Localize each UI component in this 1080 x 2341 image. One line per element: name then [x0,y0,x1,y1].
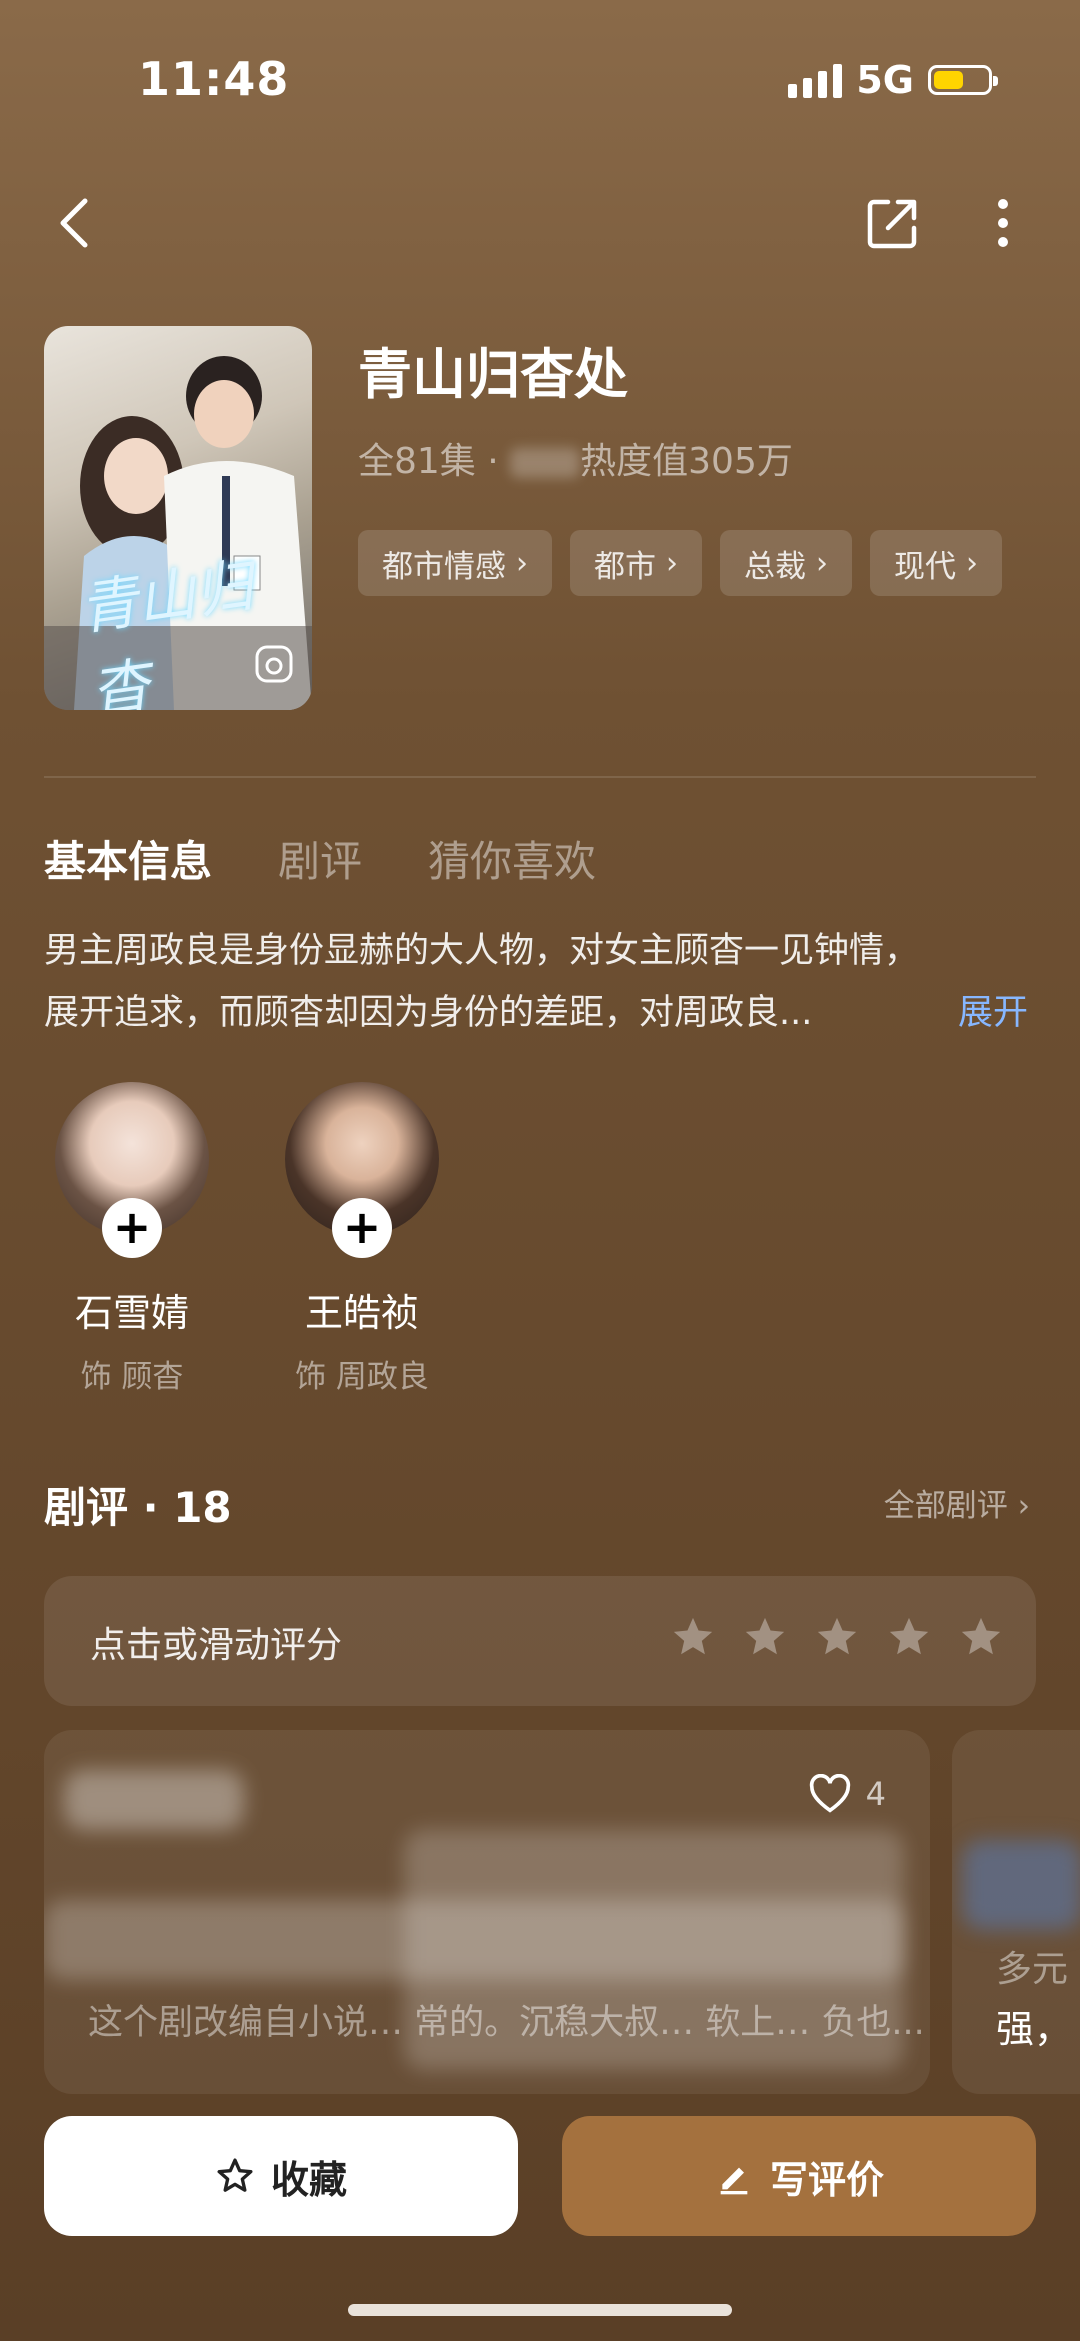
expand-link[interactable]: 展开 [958,984,1028,1035]
rating-stars[interactable] [670,1614,1004,1660]
star-icon[interactable] [958,1614,1004,1660]
follow-plus-icon[interactable]: + [102,1198,162,1258]
star-icon[interactable] [886,1614,932,1660]
divider [44,776,1036,778]
status-time: 11:48 [138,52,290,106]
chevron-right-icon: › [816,545,828,581]
reviews-header: 剧评 · 18 [44,1483,232,1532]
favorite-button[interactable]: 收藏 [44,2116,518,2236]
tag-chip[interactable]: 都市 › [570,530,702,596]
write-review-label: 写评价 [769,2157,884,2202]
review-card[interactable]: 4 这个剧改编自小说… 常的。沉稳大叔… 软上… 负也... [44,1730,930,2094]
more-vertical-icon [998,199,1008,247]
drama-poster[interactable]: 青山归杳 [44,326,312,710]
rating-prompt: 点击或滑动评分 [90,1625,343,1666]
status-indicators: 5G [788,58,998,102]
chevron-right-icon: › [516,545,528,581]
star-outline-icon [217,2158,253,2192]
home-indicator[interactable] [348,2304,732,2316]
chevron-right-icon: › [666,545,678,581]
all-reviews-link[interactable]: 全部剧评 › [884,1480,1030,1525]
tag-label: 总裁 [744,548,806,585]
chevron-left-icon [60,198,88,248]
tag-label: 都市 [594,548,656,585]
drama-meta: 全81集 · 热度值305万 [358,432,793,484]
cast-member[interactable]: + 王皓祯 饰 周政良 [272,1082,452,1396]
synopsis-text: 男主周政良是身份显赫的大人物，对女主顾杳一见钟情，展开追求，而顾杳却因为身份的差… [44,931,920,1033]
censored-blur [510,448,581,478]
cast-role: 饰 周政良 [295,1359,429,1395]
star-icon[interactable] [814,1614,860,1660]
review-snippet: 强， [996,2007,1073,2051]
tag-chip[interactable]: 都市情感 › [358,530,552,596]
tab-basic-info[interactable]: 基本信息 [44,828,212,889]
battery-icon [928,65,998,95]
review-snippet: 多元 [996,1949,1069,1990]
signal-icon [788,62,843,98]
episode-count: 全81集 · [358,441,511,482]
heart-icon [809,1774,850,1813]
censored-blur [64,1770,244,1830]
heat-value: 热度值305万 [580,441,793,482]
favorite-label: 收藏 [270,2157,347,2202]
tab-bar: 基本信息 剧评 猜你喜欢 [44,828,596,889]
cast-member[interactable]: + 石雪婧 饰 顾杳 [42,1082,222,1396]
like-count: 4 [865,1775,886,1813]
back-button[interactable] [40,188,110,258]
tag-list: 都市情感 › 都市 › 总裁 › 现代 › [358,530,1002,596]
review-snippet: 这个剧改编自小说… 常的。沉稳大叔… 软上… 负也... [88,2003,925,2043]
tag-label: 现代 [894,548,956,585]
more-button[interactable] [968,188,1038,258]
share-icon [867,199,917,249]
tag-label: 都市情感 [382,548,506,585]
edit-pen-icon [720,2167,748,2195]
share-button[interactable] [858,188,928,258]
cast-role: 饰 顾杳 [80,1359,184,1395]
drama-title: 青山归杳处 [358,343,628,406]
avatar: + [285,1082,439,1258]
avatar: + [55,1082,209,1258]
chevron-right-icon: › [1017,1488,1030,1524]
poster-logo-icon [255,645,293,683]
follow-plus-icon[interactable]: + [332,1198,392,1258]
network-type: 5G [856,58,914,102]
review-card[interactable]: 多元 强， [952,1730,1080,2094]
tag-chip[interactable]: 总裁 › [720,530,852,596]
censored-blur [962,1840,1080,1930]
tag-chip[interactable]: 现代 › [870,530,1002,596]
rating-bar[interactable]: 点击或滑动评分 [44,1576,1036,1706]
tab-reviews[interactable]: 剧评 [278,828,362,889]
write-review-button[interactable]: 写评价 [562,2116,1036,2236]
tab-recommendations[interactable]: 猜你喜欢 [428,828,596,889]
star-icon[interactable] [742,1614,788,1660]
like-button[interactable]: 4 [808,1774,886,1814]
all-reviews-label: 全部剧评 [883,1488,1008,1524]
cast-name: 石雪婧 [74,1291,189,1335]
cast-name: 王皓祯 [304,1291,419,1335]
star-icon[interactable] [670,1614,716,1660]
chevron-right-icon: › [966,545,978,581]
